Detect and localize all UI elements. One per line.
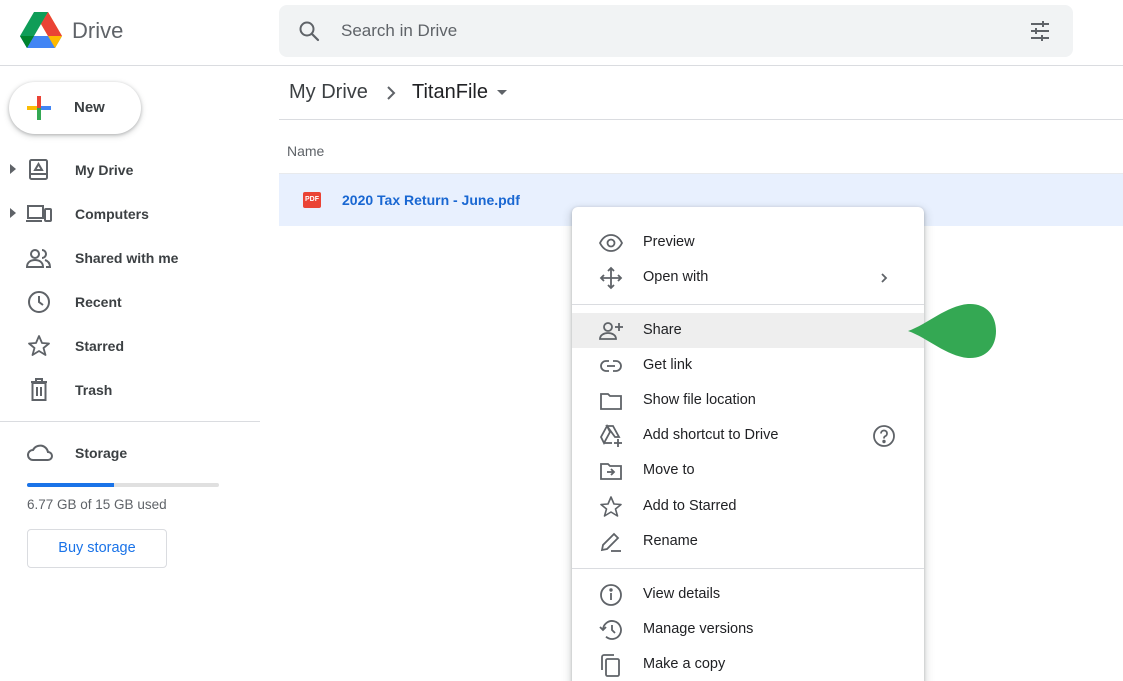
new-button[interactable]: New: [9, 82, 141, 134]
menu-item-add-shortcut[interactable]: Add shortcut to Drive: [572, 418, 924, 453]
menu-item-rename[interactable]: Rename: [572, 524, 924, 559]
breadcrumb-current-folder[interactable]: TitanFile: [412, 81, 488, 104]
tune-icon[interactable]: [1028, 19, 1052, 43]
app-brand: Drive: [72, 18, 124, 43]
storage-usage-bar: [27, 483, 219, 487]
sidebar-item-computers[interactable]: Computers: [0, 194, 260, 234]
menu-item-get-link[interactable]: Get link: [572, 348, 924, 383]
google-drive-logo[interactable]: [20, 12, 62, 50]
search-input[interactable]: [341, 17, 981, 45]
cloud-icon: [26, 441, 54, 463]
eye-icon: [599, 231, 623, 255]
person-add-icon: [599, 319, 623, 343]
sidebar-item-trash[interactable]: Trash: [0, 370, 260, 410]
clock-icon: [26, 290, 52, 314]
menu-item-label: Preview: [643, 234, 695, 250]
sidebar-divider: [0, 421, 260, 422]
sidebar-item-label: Shared with me: [75, 250, 179, 266]
menu-item-label: Manage versions: [643, 621, 754, 637]
move-arrows-icon: [599, 266, 623, 290]
menu-item-label: Move to: [643, 462, 695, 478]
header-divider: [279, 119, 1123, 120]
menu-item-label: View details: [643, 586, 721, 602]
sidebar-item-my-drive[interactable]: My Drive: [0, 150, 260, 190]
star-outline-icon: [599, 495, 623, 519]
menu-item-label: Show file location: [643, 392, 756, 408]
sidebar-item-label: Starred: [75, 338, 125, 354]
star-icon: [26, 334, 52, 358]
menu-divider: [572, 568, 924, 569]
sidebar-item-label: Recent: [75, 294, 122, 310]
menu-item-show-file-location[interactable]: Show file location: [572, 383, 924, 418]
link-icon: [599, 354, 623, 378]
menu-divider: [572, 304, 924, 305]
menu-item-manage-versions[interactable]: Manage versions: [572, 612, 924, 647]
search-icon[interactable]: [297, 19, 321, 43]
menu-item-preview[interactable]: Preview: [572, 225, 924, 260]
new-button-label: New: [74, 99, 105, 116]
menu-item-label: Open with: [643, 269, 709, 285]
my-drive-icon: [26, 158, 52, 182]
storage-label[interactable]: Storage: [75, 445, 127, 461]
menu-item-label: Get link: [643, 357, 693, 373]
plus-icon: [25, 94, 53, 122]
pdf-file-icon: PDF: [303, 192, 321, 208]
context-menu: Preview Open with Share Get link Show fi…: [572, 207, 924, 681]
file-name: 2020 Tax Return - June.pdf: [342, 192, 520, 208]
history-icon: [599, 618, 623, 642]
menu-item-make-a-copy[interactable]: Make a copy: [572, 647, 924, 681]
sidebar-item-recent[interactable]: Recent: [0, 282, 260, 322]
info-icon: [599, 583, 623, 607]
storage-usage-fill: [27, 483, 114, 487]
menu-item-label: Add to Starred: [643, 498, 737, 514]
sidebar-item-label: Computers: [75, 206, 149, 222]
highlight-pointer: [906, 302, 998, 360]
sidebar-item-label: Trash: [75, 382, 113, 398]
sidebar-item-label: My Drive: [75, 162, 134, 178]
buy-storage-button[interactable]: Buy storage: [27, 529, 167, 568]
menu-item-label: Make a copy: [643, 656, 726, 672]
copy-icon: [599, 653, 623, 677]
search-bar[interactable]: [279, 5, 1073, 57]
breadcrumb-my-drive[interactable]: My Drive: [289, 81, 368, 104]
trash-icon: [26, 378, 52, 402]
menu-item-view-details[interactable]: View details: [572, 577, 924, 612]
menu-item-move-to[interactable]: Move to: [572, 453, 924, 488]
expand-caret-icon[interactable]: [10, 208, 16, 218]
expand-caret-icon[interactable]: [10, 164, 16, 174]
folder-icon: [599, 389, 623, 413]
menu-item-label: Rename: [643, 533, 698, 549]
menu-item-label: Add shortcut to Drive: [643, 427, 779, 443]
menu-item-add-to-starred[interactable]: Add to Starred: [572, 489, 924, 524]
help-icon[interactable]: [872, 424, 896, 448]
menu-item-open-with[interactable]: Open with: [572, 260, 924, 295]
storage-usage-text: 6.77 GB of 15 GB used: [27, 497, 167, 512]
people-icon: [26, 246, 52, 270]
top-bar: Drive: [0, 0, 1123, 66]
computers-icon: [26, 202, 52, 226]
pencil-icon: [599, 530, 623, 554]
add-shortcut-icon: [599, 424, 623, 448]
sidebar-item-starred[interactable]: Starred: [0, 326, 260, 366]
column-header-name[interactable]: Name: [287, 143, 324, 159]
chevron-right-icon: [384, 85, 398, 101]
move-to-folder-icon: [599, 459, 623, 483]
chevron-right-icon: [872, 266, 896, 290]
menu-item-label: Share: [643, 322, 682, 338]
dropdown-arrow-icon[interactable]: [497, 90, 507, 95]
sidebar-item-shared-with-me[interactable]: Shared with me: [0, 238, 260, 278]
menu-item-share[interactable]: Share: [572, 313, 924, 348]
